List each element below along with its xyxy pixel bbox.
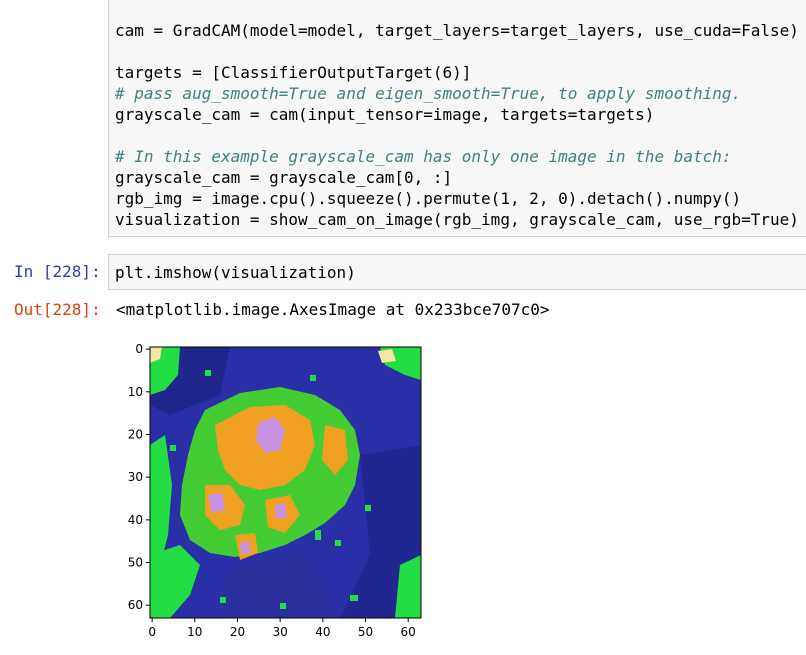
x-tick-label: 60 [401,625,416,639]
x-tick-label: 30 [273,625,288,639]
code-comment-2: # In this example grayscale_cam has only… [115,147,732,166]
y-tick-label: 50 [128,556,143,570]
heatmap-image [150,347,421,618]
code-line-8: grayscale_cam = grayscale_cam[0, :] [115,168,453,187]
x-tick-label: 10 [187,625,202,639]
x-tick-label: 40 [315,625,330,639]
y-tick-label: 0 [135,342,143,356]
x-tick-label: 0 [148,625,156,639]
x-tick-label: 50 [358,625,373,639]
imshow-plot: 0 10 20 30 40 50 60 0 10 20 30 40 50 60 [128,342,422,639]
code-line-5: grayscale_cam = cam(input_tensor=image, … [115,105,655,124]
code-cell-top[interactable]: cam = GradCAM(model=model, target_layers… [108,0,806,237]
y-tick-label: 60 [128,598,143,612]
input-code: plt.imshow(visualization) [115,263,356,282]
code-line-3: targets = [ClassifierOutputTarget(6)] [115,63,472,82]
x-axis: 0 10 20 30 40 50 60 [148,618,416,639]
y-tick-label: 40 [128,513,143,527]
y-tick-label: 10 [128,385,143,399]
code-cell-input[interactable]: plt.imshow(visualization) [108,254,806,290]
code-line-10: visualization = show_cam_on_image(rgb_im… [115,210,799,229]
output-text: <matplotlib.image.AxesImage at 0x233bce7… [116,300,550,319]
x-tick-label: 20 [230,625,245,639]
code-line-1: cam = GradCAM(model=model, target_layers… [115,21,799,40]
y-tick-label: 30 [128,470,143,484]
input-prompt: In [228]: [14,262,101,281]
code-line-9: rgb_img = image.cpu().squeeze().permute(… [115,189,742,208]
code-lines: cam = GradCAM(model=model, target_layers… [115,20,799,230]
y-axis: 0 10 20 30 40 50 60 [128,342,150,612]
output-prompt: Out[228]: [14,300,101,319]
y-tick-label: 20 [128,427,143,441]
code-comment-1: # pass aug_smooth=True and eigen_smooth=… [115,84,742,103]
